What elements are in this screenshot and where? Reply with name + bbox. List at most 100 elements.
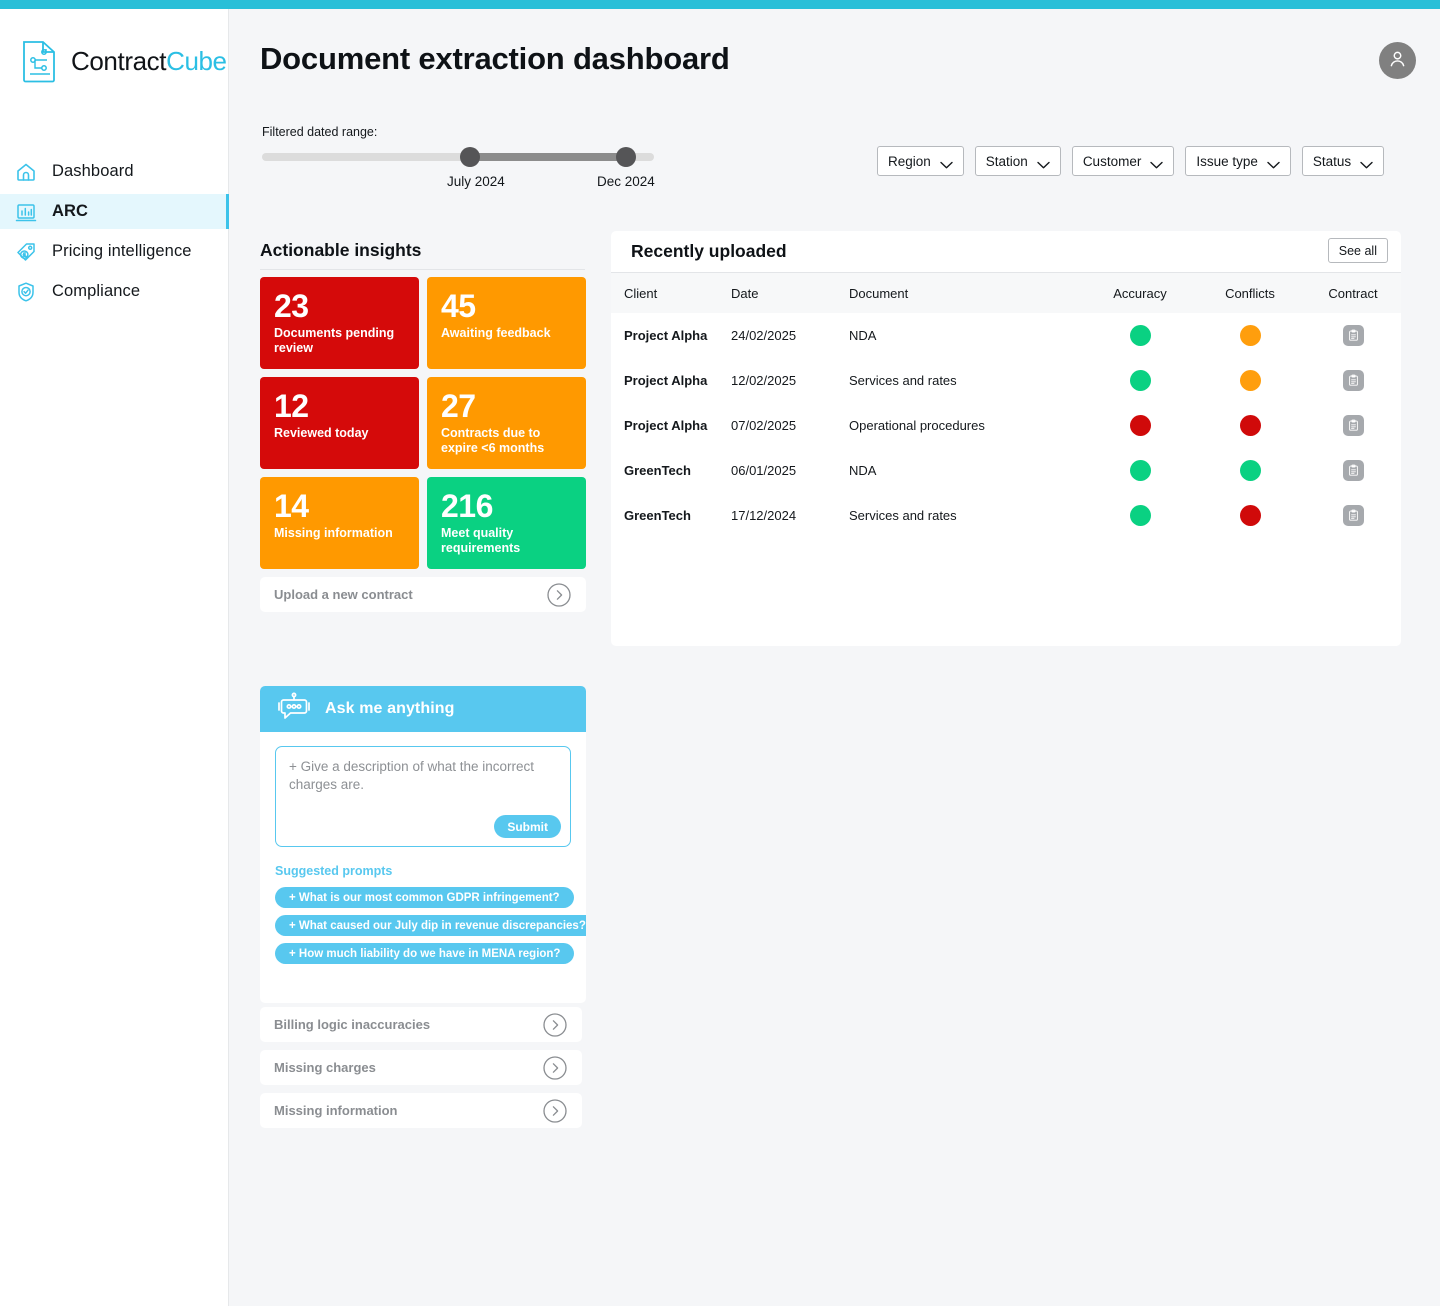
clipboard-icon[interactable]: [1342, 369, 1364, 391]
price-tag-icon: [14, 240, 38, 264]
insight-tile-contracts-due-to-expire[interactable]: 27 Contracts due to expire <6 months: [427, 377, 586, 469]
see-all-button[interactable]: See all: [1327, 238, 1388, 263]
insight-tile-caption: Meet quality requirements: [441, 526, 521, 555]
column-header-accuracy: Accuracy: [1113, 285, 1167, 301]
clipboard-icon[interactable]: [1342, 504, 1364, 526]
cell-contract: [1305, 324, 1401, 347]
filter-status[interactable]: Status: [1301, 146, 1385, 176]
table-row[interactable]: Project Alpha 12/02/2025 Services and ra…: [611, 358, 1401, 403]
cell-client: Project Alpha: [624, 328, 708, 343]
cell-accuracy: [1085, 460, 1195, 481]
status-dot-orange: [1239, 325, 1261, 346]
status-dot-green: [1129, 370, 1151, 391]
sidebar-item-pricing-intelligence[interactable]: Pricing intelligence: [0, 234, 229, 269]
cell-date: 12/02/2025: [731, 373, 797, 388]
upload-new-contract-button[interactable]: Upload a new contract: [260, 577, 586, 612]
clipboard-icon[interactable]: [1342, 459, 1364, 481]
insight-tile-caption: Reviewed today: [274, 426, 369, 440]
quick-link-label: Missing charges: [274, 1060, 376, 1075]
filter-station-label: Station: [985, 153, 1028, 169]
ask-me-anything-body: + Give a description of what the incorre…: [260, 732, 586, 964]
table-header-row: Client Date Document Accuracy Conflicts …: [611, 273, 1401, 313]
filter-issue-type-label: Issue type: [1196, 153, 1258, 169]
chevron-right-circle-icon: [546, 582, 572, 608]
cell-client: GreenTech: [624, 508, 691, 523]
column-header-document: Document: [849, 285, 909, 301]
quick-link-missing-information[interactable]: Missing information: [260, 1093, 582, 1128]
insight-tile-reviewed-today[interactable]: 12 Reviewed today: [260, 377, 419, 469]
ask-me-anything-input[interactable]: + Give a description of what the incorre…: [275, 746, 571, 847]
date-range-slider[interactable]: [262, 147, 654, 167]
table-row[interactable]: Project Alpha 07/02/2025 Operational pro…: [611, 403, 1401, 448]
quick-link-billing-logic-inaccuracies[interactable]: Billing logic inaccuracies: [260, 1007, 582, 1042]
cell-date: 07/02/2025: [731, 418, 797, 433]
insight-tiles: 23 Documents pending review 45 Awaiting …: [260, 277, 586, 569]
table-row[interactable]: GreenTech 17/12/2024 Services and rates: [611, 493, 1401, 538]
insight-tile-missing-information[interactable]: 14 Missing information: [260, 477, 419, 569]
sidebar-item-compliance[interactable]: Compliance: [0, 274, 229, 309]
cell-contract: [1305, 414, 1401, 437]
sidebar-item-dashboard[interactable]: Dashboard: [0, 154, 229, 189]
brand-name-accent: Cube: [166, 45, 227, 76]
filter-customer[interactable]: Customer: [1071, 146, 1175, 176]
cell-contract: [1305, 369, 1401, 392]
submit-button[interactable]: Submit: [494, 815, 561, 838]
suggested-prompt-chip[interactable]: + How much liability do we have in MENA …: [275, 943, 575, 964]
suggested-prompt-chip[interactable]: + What is our most common GDPR infringem…: [275, 887, 574, 908]
brand-logo[interactable]: ContractCube: [18, 38, 227, 84]
insight-tile-awaiting-feedback[interactable]: 45 Awaiting feedback: [427, 277, 586, 369]
chevron-down-icon: [940, 157, 953, 169]
cell-document: Operational procedures: [849, 418, 985, 433]
cell-document: NDA: [849, 463, 877, 478]
filter-issue-type[interactable]: Issue type: [1185, 146, 1291, 176]
slider-handle-end[interactable]: [616, 147, 636, 167]
column-header-client: Client: [624, 285, 658, 301]
sidebar-nav: Dashboard ARC Pricing intelligence Compl…: [0, 154, 229, 309]
chevron-down-icon: [1360, 157, 1373, 169]
brand-name-primary: Contract: [71, 45, 167, 76]
page-title: Document extraction dashboard: [260, 41, 730, 76]
clipboard-icon[interactable]: [1342, 324, 1364, 346]
quick-link-missing-charges[interactable]: Missing charges: [260, 1050, 582, 1085]
ask-me-anything-header: Ask me anything: [260, 686, 586, 732]
avatar[interactable]: [1379, 42, 1416, 79]
sidebar-item-pricing-intelligence-label: Pricing intelligence: [52, 242, 192, 260]
table-row[interactable]: Project Alpha 24/02/2025 NDA: [611, 313, 1401, 358]
slider-handle-start[interactable]: [460, 147, 480, 167]
status-dot-red: [1239, 415, 1261, 436]
insight-tile-caption: Documents pending review: [274, 326, 395, 355]
filter-station[interactable]: Station: [974, 146, 1061, 176]
status-dot-red: [1129, 415, 1151, 436]
insight-tile-meet-quality-requirements[interactable]: 216 Meet quality requirements: [427, 477, 586, 569]
filter-region[interactable]: Region: [877, 146, 964, 176]
suggested-prompts-list: + What is our most common GDPR infringem…: [275, 887, 586, 964]
cell-client: GreenTech: [624, 463, 691, 478]
status-dot-green: [1129, 460, 1151, 481]
insight-tile-value: 23: [274, 288, 309, 324]
insight-tile-value: 14: [274, 488, 309, 524]
cell-accuracy: [1085, 370, 1195, 391]
insight-tile-documents-pending-review[interactable]: 23 Documents pending review: [260, 277, 419, 369]
table-row[interactable]: GreenTech 06/01/2025 NDA: [611, 448, 1401, 493]
insight-tile-value: 216: [441, 488, 493, 524]
clipboard-icon[interactable]: [1342, 414, 1364, 436]
shield-check-icon: [14, 280, 38, 304]
cell-client: Project Alpha: [624, 418, 708, 433]
filter-customer-label: Customer: [1082, 153, 1142, 169]
sidebar-item-dashboard-label: Dashboard: [52, 162, 134, 180]
column-header-contract: Contract: [1328, 285, 1378, 301]
insight-tile-value: 12: [274, 388, 309, 424]
insight-tile-value: 27: [441, 388, 476, 424]
sidebar-item-arc[interactable]: ARC: [0, 194, 229, 229]
insight-tile-caption: Missing information: [274, 526, 393, 540]
insight-tile-caption: Contracts due to expire <6 months: [441, 426, 545, 455]
cell-accuracy: [1085, 415, 1195, 436]
suggested-prompt-chip[interactable]: + What caused our July dip in revenue di…: [275, 915, 586, 936]
upload-new-contract-label: Upload a new contract: [274, 587, 413, 602]
cell-conflicts: [1195, 415, 1305, 436]
slider-start-label: July 2024: [447, 174, 505, 189]
top-accent-bar: [0, 0, 1440, 9]
sidebar: ContractCube Dashboard ARC Pricing intel…: [0, 9, 229, 1306]
cell-date: 06/01/2025: [731, 463, 797, 478]
ask-me-anything-card: Ask me anything + Give a description of …: [260, 686, 586, 1003]
